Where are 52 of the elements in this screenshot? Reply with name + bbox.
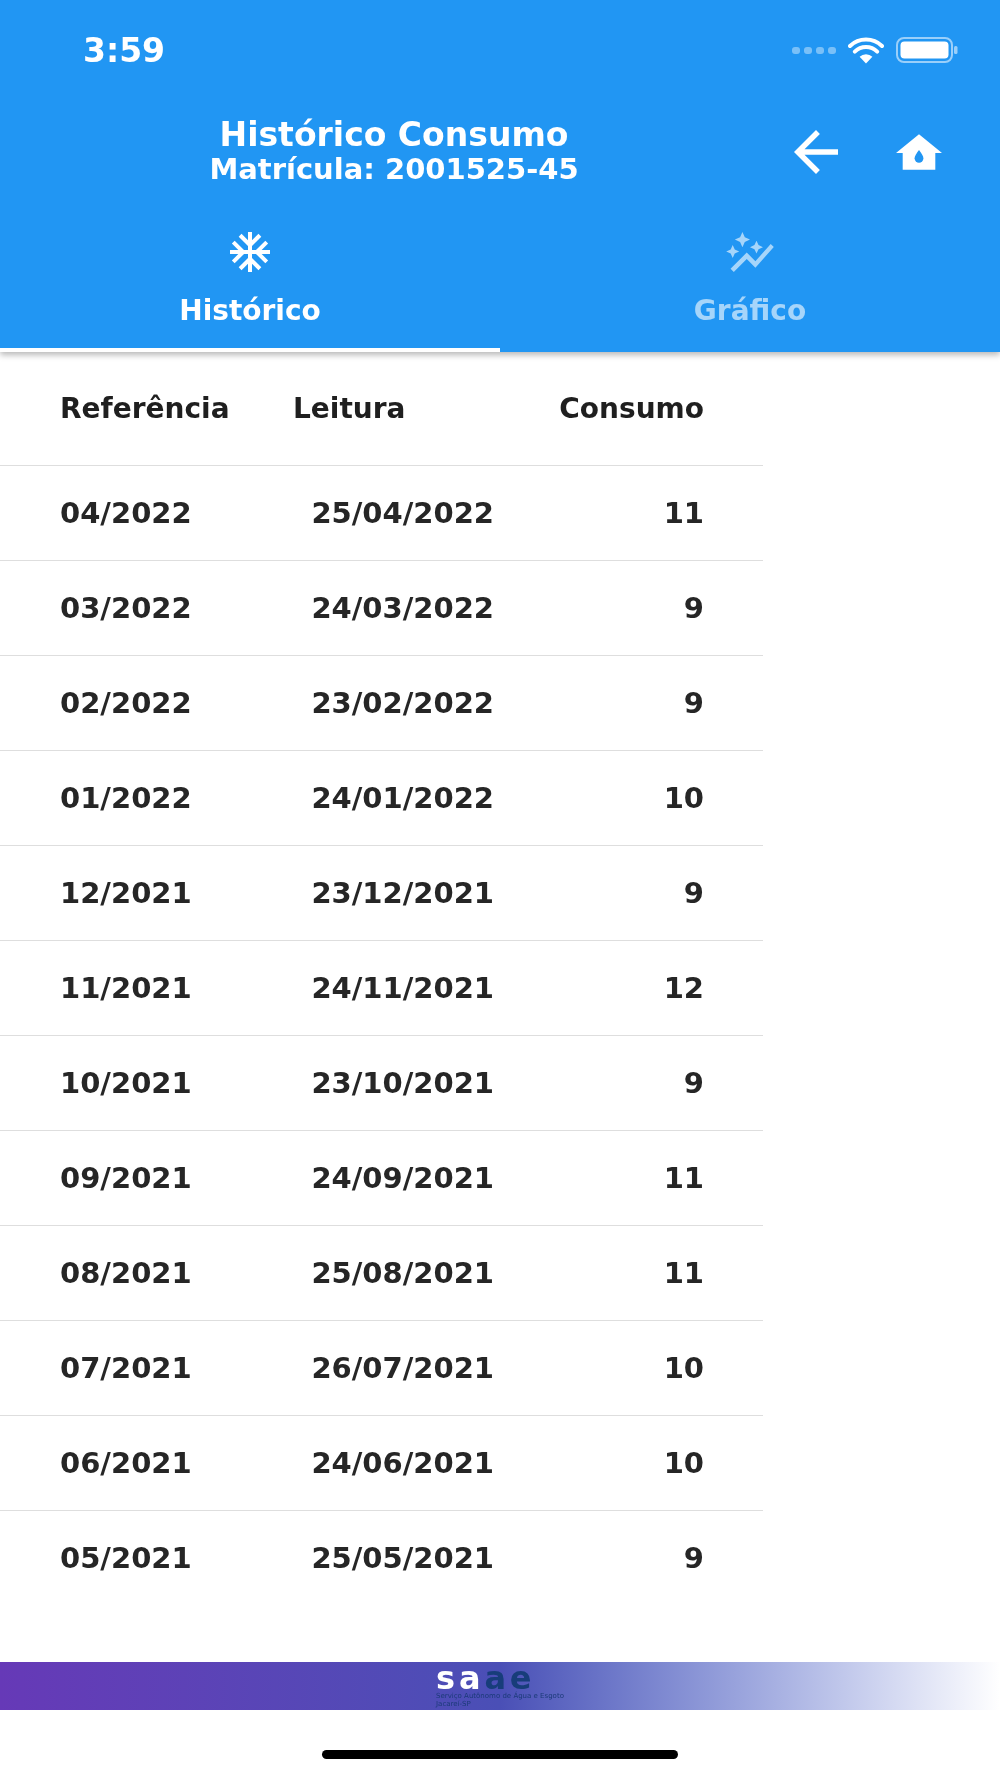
table-cell: 9: [683, 876, 704, 910]
table-cell: 06/2021: [60, 1446, 192, 1480]
table-cell: 09/2021: [60, 1161, 192, 1195]
table-cell: 11: [663, 1256, 704, 1290]
table-cell: 07/2021: [60, 1351, 192, 1385]
table-cell: 11/2021: [60, 971, 192, 1005]
column-header: Consumo: [559, 391, 704, 425]
table-cell: 25/08/2021: [311, 1256, 494, 1290]
table-cell: 03/2022: [60, 591, 192, 625]
table-cell: 24/03/2022: [311, 591, 494, 625]
table-cell: 9: [683, 686, 704, 720]
table-cell: 24/01/2022: [311, 781, 494, 815]
table-cell: 9: [683, 1066, 704, 1100]
arrow-left-icon: [794, 130, 838, 174]
table-cell: 25/05/2021: [311, 1541, 494, 1575]
table-cell: 23/02/2022: [311, 686, 494, 720]
status-time: 3:59: [83, 33, 166, 67]
table-cell: 11: [663, 1161, 704, 1195]
table-cell: 10: [663, 1351, 704, 1385]
table-cell: 24/09/2021: [311, 1161, 494, 1195]
table-cell: 26/07/2021: [311, 1351, 494, 1385]
table-cell: 25/04/2022: [311, 496, 494, 530]
table-cell: 10: [663, 781, 704, 815]
battery-icon: [896, 37, 958, 63]
snowflake-icon: [230, 232, 270, 272]
table-cell: 23/10/2021: [311, 1066, 494, 1100]
house-icon: [896, 133, 942, 171]
signal-icon: [792, 46, 836, 54]
table-cell: 24/11/2021: [311, 971, 494, 1005]
table-cell: 12/2021: [60, 876, 192, 910]
table-cell: 10/2021: [60, 1066, 192, 1100]
logo-wordmark: sa ae: [436, 1664, 536, 1692]
table-cell: 11: [663, 496, 704, 530]
screen-title: Histórico Consumo: [219, 117, 569, 152]
column-header: Leitura: [293, 391, 406, 425]
table-cell: 10: [663, 1446, 704, 1480]
table-cell: 04/2022: [60, 496, 192, 530]
sparkles-chart-icon: [726, 232, 774, 272]
table-cell: 08/2021: [60, 1256, 192, 1290]
table-cell: 02/2022: [60, 686, 192, 720]
column-header: Referência: [60, 391, 230, 425]
tab[interactable]: Histórico: [0, 204, 500, 352]
table-cell: 01/2022: [60, 781, 192, 815]
tab[interactable]: Gráfico: [500, 204, 1000, 352]
screen-subtitle: Matrícula: 2001525-45: [209, 152, 579, 187]
table-cell: 9: [683, 591, 704, 625]
table-cell: 12: [663, 971, 704, 1005]
table-cell: 05/2021: [60, 1541, 192, 1575]
wifi-icon: [848, 36, 884, 64]
table-cell: 9: [683, 1541, 704, 1575]
table-cell: 23/12/2021: [311, 876, 494, 910]
table-cell: 24/06/2021: [311, 1446, 494, 1480]
